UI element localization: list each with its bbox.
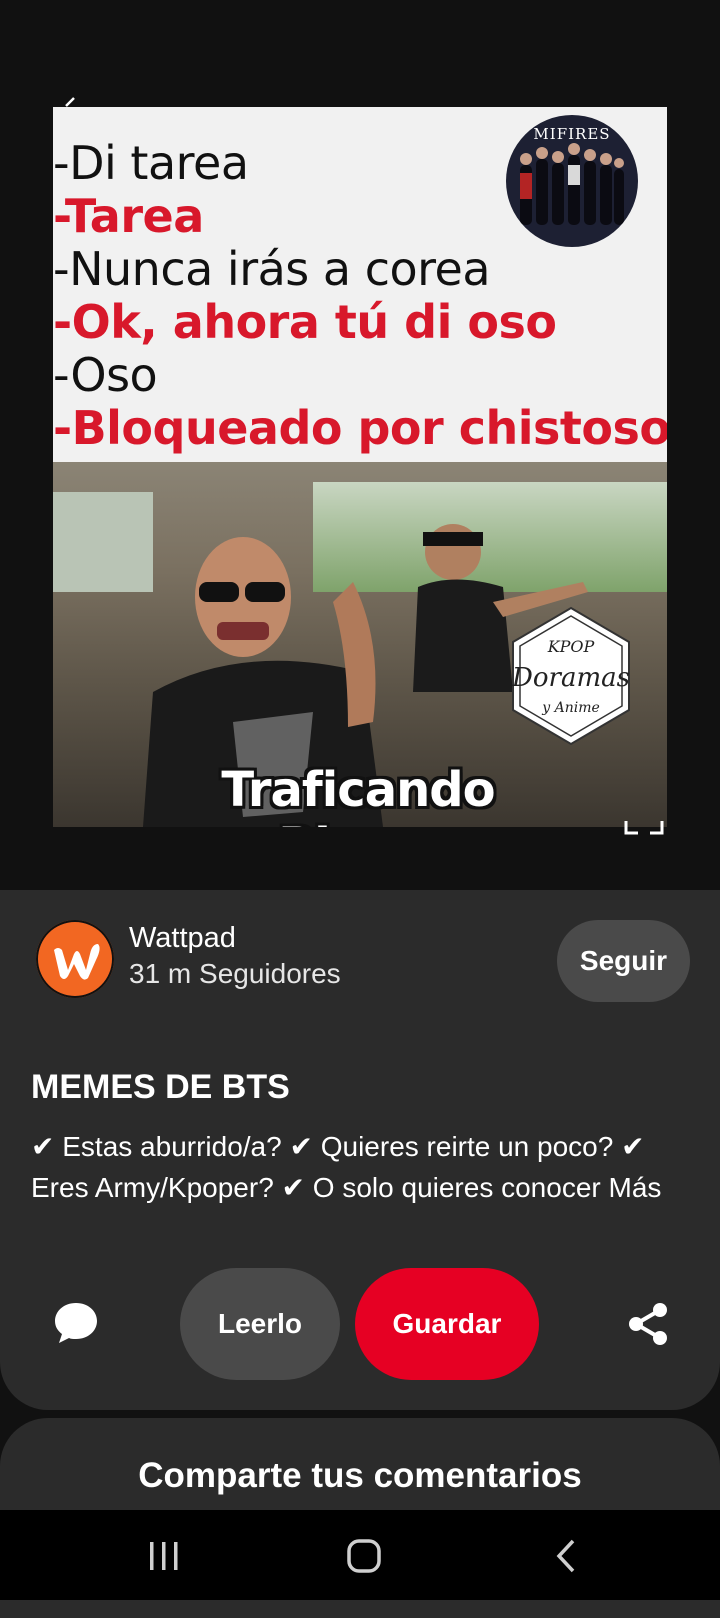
comments-heading: Comparte tus comentarios bbox=[138, 1456, 582, 1495]
svg-text:KPOP: KPOP bbox=[547, 637, 595, 656]
mifires-logo: MIFIRES bbox=[506, 115, 638, 247]
nav-back-icon[interactable] bbox=[553, 1538, 581, 1574]
pin-details-sheet: Wattpad 31 m Seguidores Seguir MEMES DE … bbox=[0, 890, 720, 1410]
car-photo: KPOP Doramas y Anime Traficando Rimas bbox=[53, 462, 667, 827]
follow-button[interactable]: Seguir bbox=[557, 920, 690, 1002]
pin-title: MEMES DE BTS bbox=[31, 1068, 290, 1106]
meme-line: -Oso bbox=[53, 348, 158, 402]
creator-name[interactable]: Wattpad bbox=[129, 922, 236, 955]
meme-line: -Ok, ahora tú di oso bbox=[53, 295, 557, 349]
pin-viewer: -Di tarea -Tarea -Nunca irás a corea -Ok… bbox=[0, 0, 720, 890]
share-icon[interactable] bbox=[624, 1300, 672, 1348]
meme-line: -Nunca irás a corea bbox=[53, 242, 491, 296]
pin-description: ✔ Estas aburrido/a? ✔ Quieres reirte un … bbox=[31, 1131, 662, 1203]
meme-line: -Bloqueado por chistoso bbox=[53, 401, 667, 455]
save-button[interactable]: Guardar bbox=[355, 1268, 539, 1380]
svg-text:y Anime: y Anime bbox=[541, 700, 600, 716]
pin-image[interactable]: -Di tarea -Tarea -Nunca irás a corea -Ok… bbox=[53, 107, 667, 827]
comment-icon[interactable] bbox=[53, 1300, 99, 1346]
group-silhouette-icon bbox=[520, 143, 624, 225]
nav-recents-icon[interactable] bbox=[148, 1540, 180, 1572]
avatar[interactable] bbox=[36, 920, 114, 998]
expand-icon[interactable] bbox=[624, 815, 664, 837]
svg-text:Doramas: Doramas bbox=[511, 663, 630, 693]
wattpad-logo-icon bbox=[39, 923, 111, 995]
read-button[interactable]: Leerlo bbox=[180, 1268, 340, 1380]
kpop-doramas-badge: KPOP Doramas y Anime bbox=[511, 606, 630, 746]
system-navbar bbox=[0, 1510, 720, 1600]
meme-caption: Traficando Rimas bbox=[221, 762, 495, 827]
follower-count: 31 m Seguidores bbox=[129, 958, 341, 989]
nav-home-icon[interactable] bbox=[346, 1538, 382, 1574]
